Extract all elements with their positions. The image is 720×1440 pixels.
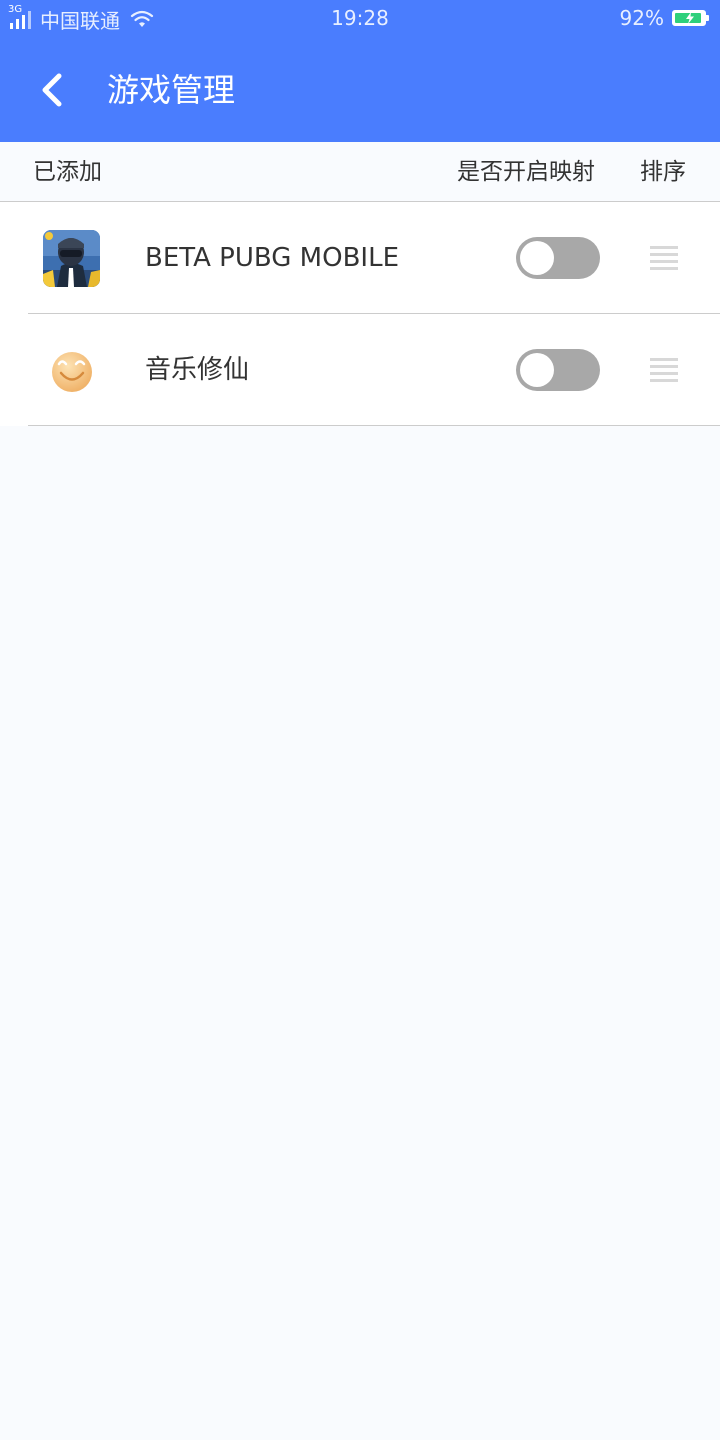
game-list: BETA PUBG MOBILE 音乐修仙 [0,202,720,426]
page-title: 游戏管理 [107,71,236,109]
list-header: 已添加 是否开启映射 排序 [0,142,720,202]
header-mapping-label: 是否开启映射 [457,159,595,185]
drag-handle-icon[interactable] [650,246,678,270]
back-button[interactable] [24,62,80,118]
mapping-toggle[interactable] [516,349,600,391]
game-row-music-xiuxian[interactable]: 音乐修仙 [0,314,720,426]
battery-percent: 92% [619,6,664,30]
bolt-icon [686,12,694,24]
smiley-game-icon [43,342,100,399]
pubg-game-icon [43,230,100,287]
game-row-pubg[interactable]: BETA PUBG MOBILE [0,202,720,314]
game-name: BETA PUBG MOBILE [145,243,399,273]
status-bar: 3G 中国联通 19:28 92% [0,0,720,40]
toggle-knob [520,241,554,275]
game-name: 音乐修仙 [145,355,250,385]
header-added-label: 已添加 [33,159,102,185]
game-management-screen: 3G 中国联通 19:28 92% 游戏管理 已添加 是否开启映射 排序 BET… [0,0,720,1440]
mapping-toggle[interactable] [516,237,600,279]
chevron-left-icon [42,73,62,107]
row-divider [28,425,720,426]
app-bar: 游戏管理 [0,40,720,142]
header-sort-label: 排序 [640,159,686,185]
status-time: 19:28 [331,6,389,30]
toggle-knob [520,353,554,387]
battery-charging-icon [672,10,709,26]
drag-handle-icon[interactable] [650,358,678,382]
status-right: 92% [619,6,709,30]
